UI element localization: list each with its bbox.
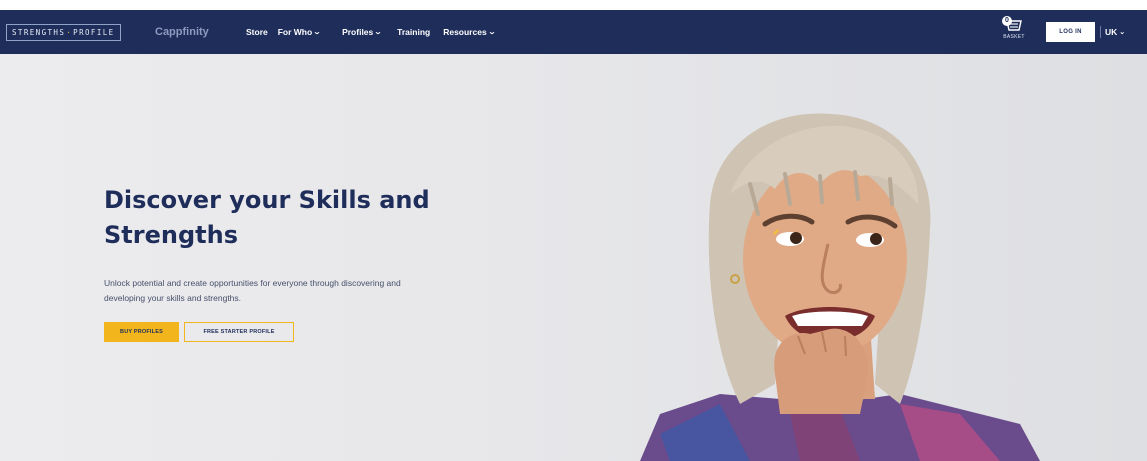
header-divider bbox=[1100, 26, 1101, 38]
hero-title-line-2: Strengths bbox=[104, 221, 238, 249]
basket-count-badge: 0 bbox=[1002, 16, 1012, 26]
main-nav: Store For Who ⌄ Profiles ⌄ Training Reso… bbox=[246, 27, 496, 37]
nav-item-label: Profiles bbox=[342, 27, 374, 37]
nav-item-for-who[interactable]: For Who ⌄ bbox=[277, 27, 322, 37]
nav-item-training[interactable]: Training bbox=[397, 27, 430, 37]
strengths-profile-logo[interactable]: STRENGTHS · PROFILE bbox=[6, 24, 121, 41]
basket-button[interactable]: 0 BASKET bbox=[1000, 16, 1028, 48]
chevron-down-icon: ⌄ bbox=[487, 29, 496, 36]
basket-label: BASKET bbox=[1003, 34, 1025, 40]
chevron-down-icon: ⌄ bbox=[313, 29, 322, 36]
hero-description-line-1: Unlock potential and create opportunitie… bbox=[104, 278, 401, 288]
nav-item-label: Store bbox=[246, 27, 268, 37]
hero-section: Discover your Skills and Strengths Unloc… bbox=[0, 54, 1147, 461]
hero-description: Unlock potential and create opportunitie… bbox=[104, 276, 484, 306]
nav-item-label: Training bbox=[397, 27, 431, 37]
hero-description-line-2: developing your skills and strengths. bbox=[104, 293, 242, 303]
nav-item-label: Resources bbox=[443, 27, 487, 37]
chevron-down-icon: ⌄ bbox=[1119, 29, 1126, 36]
page: STRENGTHS · PROFILE Cappfinity Store For… bbox=[0, 0, 1147, 461]
hero-portrait-image bbox=[640, 113, 1040, 461]
top-navigation-bar: STRENGTHS · PROFILE Cappfinity Store For… bbox=[0, 10, 1147, 54]
hero-title-line-1: Discover your Skills and bbox=[104, 186, 430, 214]
locale-label: UK bbox=[1105, 27, 1118, 37]
hero-title: Discover your Skills and Strengths bbox=[104, 183, 464, 253]
free-starter-profile-button[interactable]: FREE STARTER PROFILE bbox=[184, 322, 294, 342]
nav-item-profiles[interactable]: Profiles ⌄ bbox=[342, 27, 383, 37]
nav-item-label: For Who bbox=[277, 27, 313, 37]
locale-selector[interactable]: UK ⌄ bbox=[1105, 27, 1125, 37]
cappfinity-link[interactable]: Cappfinity bbox=[155, 26, 209, 38]
logo-text-right: PROFILE bbox=[73, 28, 115, 37]
chevron-down-icon: ⌄ bbox=[374, 29, 383, 36]
nav-item-store[interactable]: Store bbox=[246, 27, 268, 37]
nav-item-resources[interactable]: Resources ⌄ bbox=[443, 27, 496, 37]
logo-text-left: STRENGTHS bbox=[12, 28, 66, 37]
buy-profiles-button[interactable]: BUY PROFILES bbox=[104, 322, 179, 342]
logo-separator: · bbox=[66, 28, 73, 37]
login-button[interactable]: LOG IN bbox=[1046, 22, 1095, 42]
